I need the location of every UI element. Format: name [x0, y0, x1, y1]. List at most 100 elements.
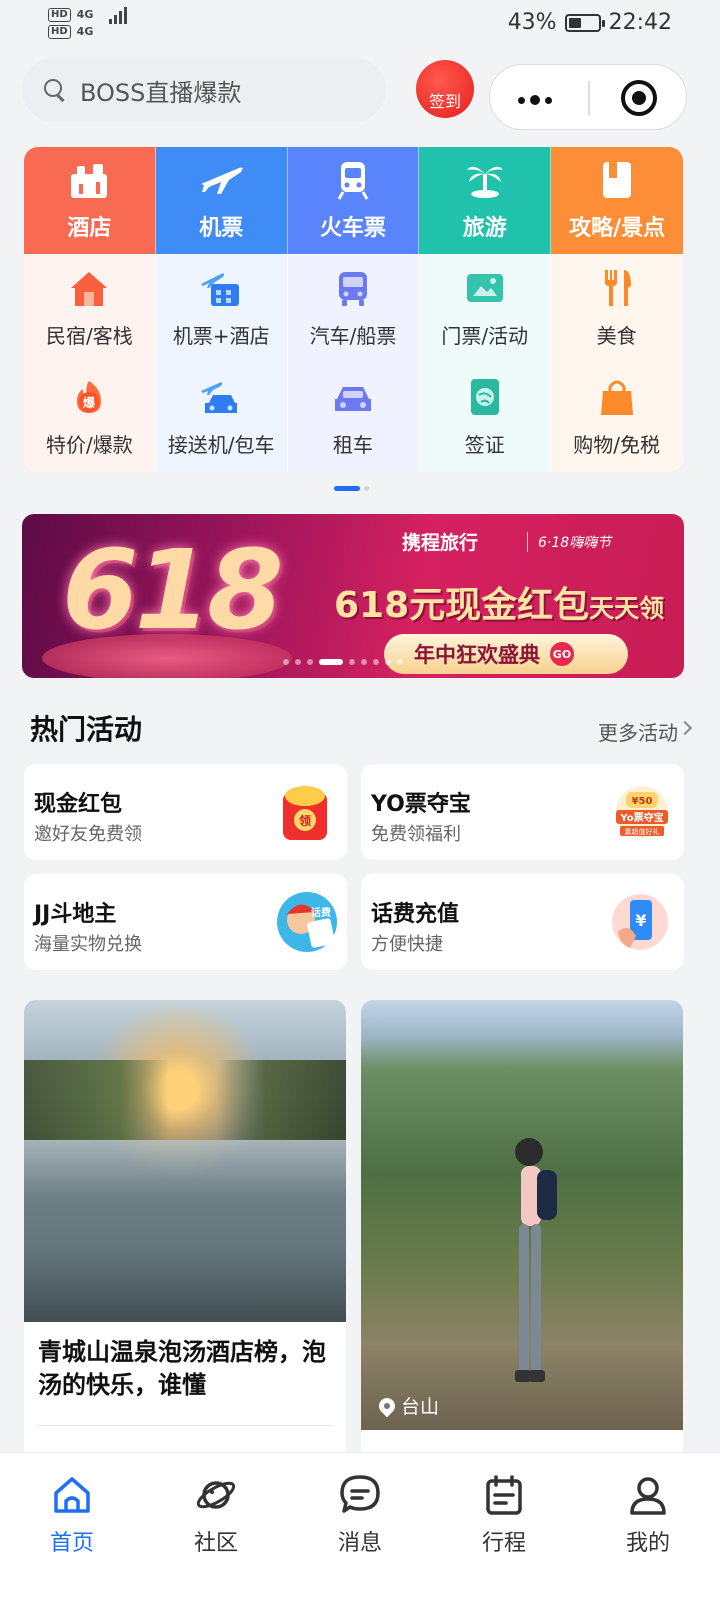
service-sub1-1[interactable]: 机票+酒店 — [155, 254, 288, 363]
yo-ticket-tagline: 赢超值好礼 — [625, 827, 660, 836]
net2-label: 4G — [76, 25, 94, 38]
feed-card[interactable]: 台山 — [361, 1000, 683, 1470]
banner-cta-label: 年中狂欢盛典 — [414, 643, 540, 667]
activity-card-title: JJ斗地主 — [34, 902, 117, 927]
bus-icon — [331, 268, 375, 308]
search-bar[interactable]: BOSS直播爆款 — [22, 58, 386, 122]
service-main-4[interactable]: 攻略/景点 — [551, 147, 683, 254]
search-placeholder: BOSS直播爆款 — [80, 78, 242, 107]
service-sub-label: 门票/活动 — [441, 324, 529, 348]
service-sub-label: 租车 — [332, 433, 373, 457]
banner-pager — [283, 659, 403, 665]
service-main-label: 攻略/景点 — [569, 215, 666, 241]
service-sub-label: 特价/爆款 — [46, 433, 133, 457]
service-sub2-4[interactable]: 购物/免税 — [551, 363, 683, 472]
feed-card-divider — [38, 1425, 332, 1426]
svg-text:爆: 爆 — [83, 395, 96, 410]
search-icon — [44, 79, 66, 101]
service-main-0[interactable]: 酒店 — [24, 147, 156, 254]
banner-headline: 618元现金红包天天领 — [334, 576, 664, 628]
banner-cta-button[interactable]: 年中狂欢盛典 GO — [384, 634, 628, 674]
service-sub-label: 签证 — [464, 433, 505, 457]
service-sub1-3[interactable]: 门票/活动 — [419, 254, 552, 363]
battery-percent: 43% — [507, 10, 557, 35]
service-sub1-4[interactable]: 美食 — [551, 254, 683, 363]
signin-button[interactable]: 签到 — [416, 60, 474, 118]
service-sub1-0[interactable]: 民宿/客栈 — [24, 254, 156, 363]
shopping-bag-icon — [595, 377, 639, 417]
more-menu-icon[interactable] — [518, 95, 552, 105]
service-main-1[interactable]: 机票 — [155, 147, 288, 254]
phone-recharge-badge: ¥ — [635, 911, 646, 930]
hotel-icon — [65, 160, 113, 200]
hiker-figure — [515, 1138, 557, 1382]
net1-label: 4G — [76, 8, 94, 21]
banner-headline-main: 618元现金红包 — [334, 585, 590, 626]
promo-banner[interactable]: 618 携程旅行 6·18嗨嗨节 618元现金红包天天领 年中狂欢盛典 GO — [22, 514, 684, 678]
tab-label: 社区 — [193, 1531, 238, 1556]
tab-label: 我的 — [625, 1531, 670, 1556]
service-sub2-2[interactable]: 租车 — [287, 363, 420, 472]
tab-2[interactable]: 消息 — [288, 1453, 432, 1600]
red-envelope-badge: 领 — [299, 813, 311, 828]
service-sub-label: 接送机/包车 — [167, 433, 275, 457]
activity-card-subtitle: 免费领福利 — [371, 824, 461, 845]
signin-label: 签到 — [428, 92, 461, 111]
activity-card-title: YO票夺宝 — [371, 792, 471, 817]
battery-icon — [564, 13, 605, 32]
service-sub2-1[interactable]: 接送机/包车 — [155, 363, 288, 472]
ticket-icon — [463, 268, 507, 308]
activity-card-recharge[interactable]: 话费充值 方便快捷 ¥ — [361, 874, 684, 970]
service-sub1-2[interactable]: 汽车/船票 — [287, 254, 420, 363]
planet-icon — [194, 1473, 238, 1517]
flame-deal-icon: 爆 — [67, 377, 111, 417]
red-envelope-icon: 领 — [283, 786, 327, 840]
close-miniprogram-icon[interactable] — [621, 80, 657, 116]
plane-hotel-icon — [199, 268, 243, 308]
banner-big-number: 618 — [62, 526, 284, 654]
service-sub-label: 民宿/客栈 — [46, 324, 133, 348]
sim1-hd-badge: HD — [48, 8, 71, 22]
train-icon — [329, 160, 377, 200]
service-sub2-3[interactable]: 签证 — [419, 363, 552, 472]
go-icon: GO — [550, 642, 574, 666]
yo-ticket-icon: ¥50 Yo票夺宝 赢超值好礼 — [616, 786, 668, 838]
service-grid: 酒店 机票 火车票 旅游 攻略/景点 民宿/客栈 机票+酒店 汽车/船票 门票/活动 美食 爆特… — [24, 147, 683, 472]
signal-bars-icon — [109, 6, 128, 24]
activity-card-cash[interactable]: 现金红包 邀好友免费领 领 — [24, 764, 347, 860]
activity-card-jj[interactable]: JJ斗地主 海量实物兑换 话费 — [24, 874, 347, 970]
service-sub-label: 机票+酒店 — [172, 324, 270, 348]
service-main-label: 机票 — [199, 215, 244, 241]
clock: 22:42 — [608, 10, 672, 35]
tab-4[interactable]: 我的 — [576, 1453, 720, 1600]
tab-1[interactable]: 社区 — [144, 1453, 288, 1600]
tab-label: 首页 — [49, 1531, 94, 1556]
service-main-2[interactable]: 火车票 — [287, 147, 420, 254]
yo-ticket-name: Yo票夺宝 — [619, 811, 663, 824]
service-sub-label: 美食 — [596, 324, 637, 348]
guide-book-icon — [593, 160, 641, 200]
tab-0[interactable]: 首页 — [0, 1453, 144, 1600]
sim2-hd-badge: HD — [48, 25, 71, 39]
service-sub-label: 购物/免税 — [573, 433, 660, 457]
card-game-icon: 话费 — [277, 892, 337, 952]
grid-pager — [334, 486, 369, 491]
hot-activities-title: 热门活动 — [30, 713, 143, 746]
card-game-badge: 话费 — [311, 906, 331, 919]
yo-ticket-amount: ¥50 — [632, 796, 653, 807]
activity-card-yo[interactable]: YO票夺宝 免费领福利 ¥50 Yo票夺宝 赢超值好礼 — [361, 764, 684, 860]
tab-3[interactable]: 行程 — [432, 1453, 576, 1600]
service-main-3[interactable]: 旅游 — [419, 147, 552, 254]
bottom-tab-bar: 首页 社区 消息 行程 我的 — [0, 1452, 720, 1600]
service-sub2-0[interactable]: 爆特价/爆款 — [24, 363, 156, 472]
service-main-label: 火车票 — [319, 215, 386, 241]
more-activities-link[interactable]: 更多活动 — [598, 717, 678, 746]
car-icon — [331, 377, 375, 417]
service-sub-label: 汽车/船票 — [309, 324, 397, 348]
location-tag: 台山 — [375, 1392, 439, 1419]
message-icon — [338, 1473, 382, 1517]
hot-spring-photo — [24, 1000, 346, 1322]
feed-card[interactable]: 青城山温泉泡汤酒店榜，泡汤的快乐，谁懂 — [24, 1000, 346, 1470]
home-icon — [50, 1473, 94, 1517]
activity-card-subtitle: 方便快捷 — [371, 934, 443, 955]
